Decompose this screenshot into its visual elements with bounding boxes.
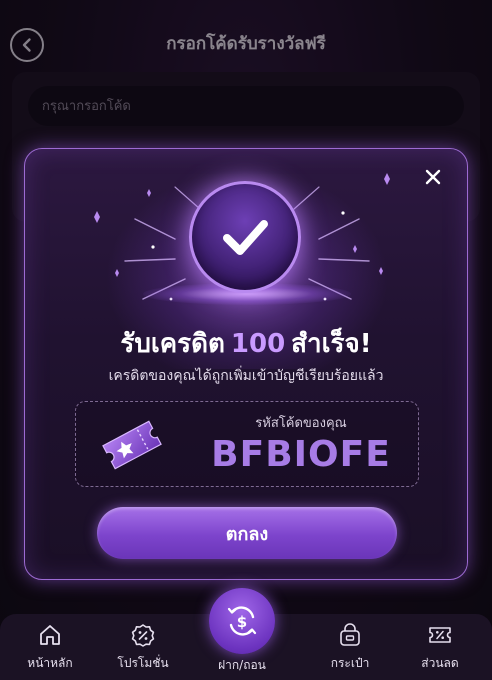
nav-label-deposit-withdraw: ฝาก/ถอน [218, 658, 266, 672]
close-icon [425, 169, 441, 185]
deposit-withdraw-icon: $ [227, 606, 257, 636]
checkmark-icon [223, 220, 268, 255]
nav-item-home[interactable]: หน้าหลัก [10, 622, 90, 680]
success-badge [189, 181, 301, 293]
nav-label-wallet: กระเป๋า [330, 656, 370, 670]
wallet-icon [340, 623, 360, 646]
close-button[interactable] [421, 165, 445, 189]
nav-label-discount: ส่วนลด [421, 656, 459, 670]
home-icon [40, 625, 60, 645]
nav-item-wallet[interactable]: กระเป๋า [310, 622, 390, 680]
ticket-icon [102, 420, 162, 470]
redeemed-code-box: รหัสโค้ดของคุณ BFBIOFE [75, 401, 419, 487]
credit-amount: 100 [230, 329, 286, 359]
nav-item-promotion[interactable]: โปรโมชั่น [103, 622, 183, 680]
svg-text:$: $ [237, 613, 247, 631]
nav-label-promotion: โปรโมชั่น [117, 656, 169, 670]
title-suffix: สำเร็จ! [291, 329, 372, 359]
nav-label-home: หน้าหลัก [27, 656, 73, 670]
nav-item-discount[interactable]: ส่วนลด [400, 622, 480, 680]
promotion-icon [131, 624, 155, 647]
success-subtitle: เครดิตของคุณได้ถูกเพิ่มเข้าบัญชีเรียบร้อ… [108, 368, 384, 384]
nav-item-deposit-withdraw[interactable]: $ [209, 588, 275, 654]
code-value: BFBIOFE [211, 434, 391, 475]
discount-icon [429, 627, 451, 643]
code-label: รหัสโค้ดของคุณ [255, 416, 347, 431]
confirm-button[interactable]: ตกลง [97, 507, 397, 559]
success-title: รับเครดิต 100 สำเร็จ! [25, 323, 467, 364]
title-prefix: รับเครดิต [120, 329, 225, 359]
success-modal: รับเครดิต 100 สำเร็จ! เครดิตของคุณได้ถูกเพ… [24, 148, 468, 580]
